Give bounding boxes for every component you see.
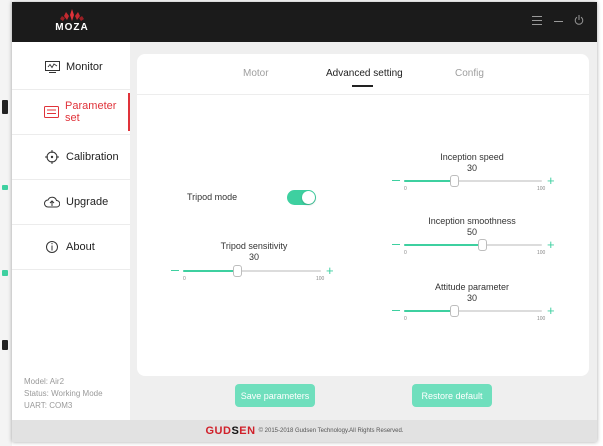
- sidebar-item-label: Parameter set: [65, 100, 117, 124]
- minus-icon[interactable]: [392, 244, 400, 245]
- save-parameters-button[interactable]: Save parameters: [235, 384, 315, 407]
- logo-mark-icon: [60, 9, 84, 21]
- attitude-parameter-label: Attitude parameter: [434, 282, 510, 292]
- tripod-mode-label: Tripod mode: [187, 192, 238, 202]
- tripod-sensitivity-value: 30: [248, 252, 259, 262]
- tab-advanced-setting[interactable]: Advanced setting: [326, 68, 403, 79]
- logo-text: MOZA: [55, 22, 89, 33]
- background-mark: [2, 100, 8, 114]
- tab-config[interactable]: Config: [455, 68, 484, 79]
- slider-max-label: 100: [537, 186, 546, 192]
- slider-min-label: 0: [404, 250, 407, 256]
- slider-min-label: 0: [404, 186, 407, 192]
- slider-thumb[interactable]: [233, 265, 242, 277]
- parameter-icon: [44, 104, 60, 120]
- settings-panel: Motor Advanced setting Config Tripod mod…: [137, 54, 589, 376]
- tripod-mode-toggle[interactable]: [287, 190, 316, 205]
- slider-max-label: 100: [316, 276, 325, 282]
- slider-max-label: 100: [537, 250, 546, 256]
- minus-icon[interactable]: [392, 310, 400, 311]
- monitor-icon: [44, 59, 60, 75]
- inception-smoothness-value: 50: [466, 227, 477, 237]
- sidebar-item-about[interactable]: About: [12, 225, 130, 269]
- attitude-parameter-value: 30: [466, 293, 477, 303]
- sidebar-item-calibration[interactable]: Calibration: [12, 135, 130, 179]
- calibration-icon: [44, 149, 60, 165]
- menu-icon[interactable]: [532, 14, 542, 28]
- minimize-icon[interactable]: [554, 14, 563, 28]
- slider-thumb[interactable]: [450, 175, 459, 187]
- sidebar-item-monitor[interactable]: Monitor: [12, 45, 130, 89]
- slider-track[interactable]: [183, 265, 321, 277]
- sidebar-item-label: Calibration: [66, 151, 119, 163]
- app-window: MOZA Monitor Parameter set Calibration U…: [12, 2, 597, 442]
- sidebar-item-label: Monitor: [66, 61, 103, 73]
- background-mark: [2, 340, 8, 350]
- slider-max-label: 100: [537, 316, 546, 322]
- slider-min-label: 0: [183, 276, 186, 282]
- sidebar: Monitor Parameter set Calibration Upgrad…: [12, 42, 130, 422]
- slider-min-label: 0: [404, 316, 407, 322]
- plus-icon[interactable]: +: [326, 264, 334, 277]
- tripod-sensitivity-label: Tripod sensitivity: [220, 241, 288, 251]
- plus-icon[interactable]: +: [547, 238, 555, 251]
- slider-thumb[interactable]: [450, 305, 459, 317]
- minus-icon[interactable]: [392, 180, 400, 181]
- footer: GUDSEN © 2015-2018 Gudsen Technology.All…: [12, 420, 597, 442]
- tab-motor[interactable]: Motor: [243, 68, 269, 79]
- sidebar-item-upgrade[interactable]: Upgrade: [12, 180, 130, 224]
- inception-smoothness-slider: 0 100 +: [392, 238, 557, 271]
- slider-track[interactable]: [404, 175, 542, 187]
- inception-smoothness-label: Inception smoothness: [428, 216, 516, 226]
- plus-icon[interactable]: +: [547, 304, 555, 317]
- toggle-knob: [302, 191, 315, 204]
- status-uart: UART: COM3: [24, 401, 73, 410]
- minus-icon[interactable]: [171, 270, 179, 271]
- restore-default-button[interactable]: Restore default: [412, 384, 492, 407]
- status-model: Model: Air2: [24, 377, 65, 386]
- inception-speed-slider: 0 100 +: [392, 174, 557, 207]
- title-bar: MOZA: [12, 2, 597, 42]
- status-mode: Status: Working Mode: [24, 389, 103, 398]
- slider-fill: [404, 244, 482, 246]
- brand-red-part: GUD: [205, 425, 232, 437]
- copyright-text: © 2015-2018 Gudsen Technology.All Rights…: [258, 428, 404, 434]
- gudsen-logo: GUDSEN: [205, 425, 255, 437]
- about-icon: [44, 239, 60, 255]
- brand-red-part: EN: [239, 425, 256, 437]
- slider-track[interactable]: [404, 305, 542, 317]
- background-mark: [2, 185, 8, 190]
- active-tab-indicator: [352, 85, 373, 87]
- plus-icon[interactable]: +: [547, 174, 555, 187]
- slider-thumb[interactable]: [478, 239, 487, 251]
- sidebar-item-parameter-set[interactable]: Parameter set: [12, 90, 130, 134]
- attitude-parameter-slider: 0 100 +: [392, 304, 557, 337]
- background-window-strip: [0, 0, 12, 446]
- divider: [12, 269, 130, 270]
- inception-speed-value: 30: [466, 163, 477, 173]
- background-mark: [2, 270, 8, 276]
- slider-fill: [404, 310, 454, 312]
- slider-fill: [183, 270, 237, 272]
- sidebar-item-label: About: [66, 241, 95, 253]
- power-icon[interactable]: [574, 14, 584, 28]
- upgrade-icon: [44, 194, 60, 210]
- tripod-sensitivity-slider: 0 100 +: [171, 264, 336, 297]
- moza-logo: MOZA: [52, 7, 92, 37]
- slider-track[interactable]: [404, 239, 542, 251]
- slider-fill: [404, 180, 454, 182]
- sidebar-item-label: Upgrade: [66, 196, 109, 208]
- inception-speed-label: Inception speed: [440, 152, 504, 162]
- divider: [137, 94, 589, 95]
